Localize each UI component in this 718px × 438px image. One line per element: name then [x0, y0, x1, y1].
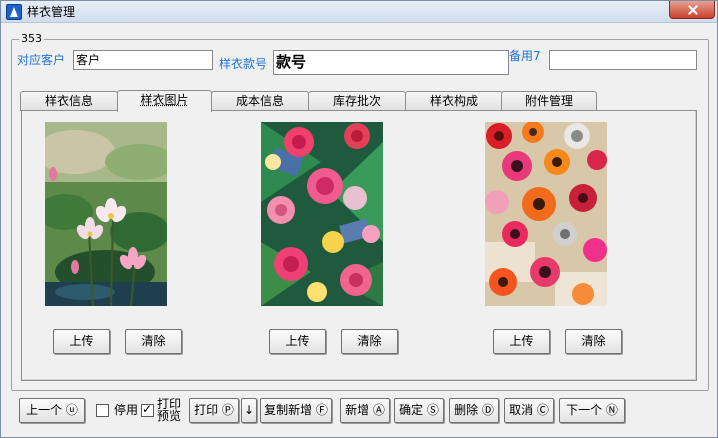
cancel-button[interactable]: 取消 Ⓒ — [504, 398, 554, 423]
note7-label: 备用7 — [509, 49, 541, 63]
tab-cost-info[interactable]: 成本信息 — [211, 91, 309, 111]
style-no-label: 样衣款号 — [219, 57, 268, 71]
delete-button[interactable]: 删除 Ⓓ — [449, 398, 499, 423]
tab-sample-info[interactable]: 样衣信息 — [20, 91, 118, 111]
disable-checkbox[interactable] — [96, 404, 109, 417]
clear-button-3[interactable]: 清除 — [565, 329, 622, 354]
next-button[interactable]: 下一个 Ⓝ — [559, 398, 625, 423]
group-label: 353 — [19, 32, 44, 46]
window-title: 样衣管理 — [27, 5, 76, 19]
print-preview-label-line2: 预览 — [157, 409, 182, 423]
tab-sample-images[interactable]: 样衣图片 — [117, 90, 212, 112]
customer-label: 对应客户 — [17, 53, 66, 67]
sample-image-1[interactable] — [45, 122, 167, 306]
clear-button-1[interactable]: 清除 — [125, 329, 182, 354]
close-icon[interactable] — [669, 1, 715, 19]
title-bar[interactable]: 样衣管理 — [1, 1, 717, 23]
print-dropdown-button[interactable]: ↓ — [241, 398, 257, 423]
customer-field[interactable]: 客户 — [73, 50, 213, 70]
tab-sample-composition[interactable]: 样衣构成 — [405, 91, 503, 111]
note7-field[interactable] — [549, 50, 697, 70]
copy-new-button[interactable]: 复制新增 Ⓕ — [260, 398, 332, 423]
print-button[interactable]: 打印 Ⓟ — [189, 398, 239, 423]
add-button[interactable]: 新增 Ⓐ — [340, 398, 390, 423]
sample-management-window: 样衣管理 353 对应客户 客户 样衣款号 款号 备用7 样衣信息 样衣图片 成… — [0, 0, 718, 438]
sample-image-3[interactable] — [485, 122, 607, 306]
prev-button[interactable]: 上一个 ⓤ — [19, 398, 85, 423]
clear-button-2[interactable]: 清除 — [341, 329, 398, 354]
disable-label: 停用 — [114, 403, 139, 417]
upload-button-2[interactable]: 上传 — [269, 329, 326, 354]
sample-images-panel: 上传 清除 上传 清除 上传 清除 — [21, 110, 697, 381]
upload-button-1[interactable]: 上传 — [53, 329, 110, 354]
sample-image-2[interactable] — [261, 122, 383, 306]
style-no-field[interactable]: 款号 — [273, 50, 509, 75]
upload-button-3[interactable]: 上传 — [493, 329, 550, 354]
tab-attachments[interactable]: 附件管理 — [501, 91, 597, 111]
tab-stock-batch[interactable]: 库存批次 — [308, 91, 406, 111]
app-icon — [6, 4, 22, 20]
confirm-button[interactable]: 确定 Ⓢ — [394, 398, 444, 423]
print-preview-checkbox[interactable] — [141, 402, 154, 417]
